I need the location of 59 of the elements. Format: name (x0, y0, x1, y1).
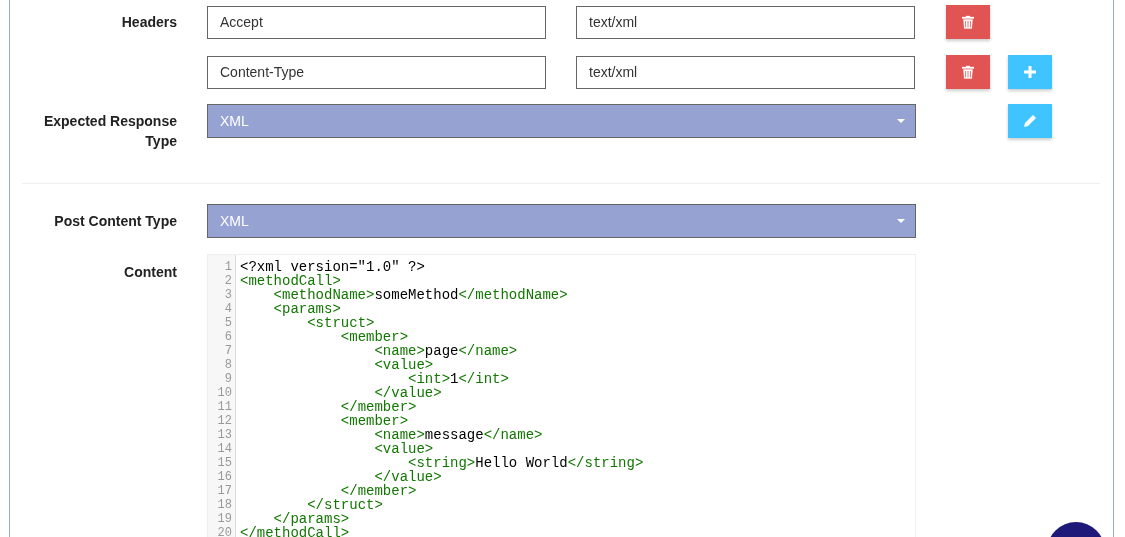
code-line: </methodCall> (240, 526, 351, 537)
code-line: <value> (373, 358, 434, 372)
line-number: 11 (217, 400, 232, 414)
line-number: 6 (224, 330, 232, 344)
code-line: <struct> (307, 316, 375, 330)
code-line: <member> (339, 414, 410, 428)
code-line: </member> (339, 400, 418, 414)
code-line: </value> (374, 470, 442, 484)
code-editor[interactable] (207, 254, 916, 537)
line-number: 18 (217, 498, 232, 512)
line-number: 9 (224, 372, 232, 386)
code-line: <string>Hello World</string> (408, 456, 644, 470)
code-line: </member> (340, 484, 418, 498)
edit-button[interactable] (1008, 104, 1052, 138)
caret-icon (897, 119, 905, 123)
delete-button[interactable] (946, 5, 990, 39)
line-number: 3 (224, 288, 232, 302)
line-number: 12 (217, 414, 232, 428)
trash-icon (962, 65, 974, 79)
code-line: <methodCall> (240, 274, 341, 288)
line-number: 7 (224, 344, 232, 358)
field-label: Post Content Type (54, 211, 177, 231)
code-line: <params> (272, 302, 342, 316)
code-line: <?xml version="1.0" ?> (240, 260, 426, 274)
line-number: 2 (224, 274, 232, 288)
delete-button[interactable] (946, 55, 990, 89)
text-field[interactable]: Accept (207, 5, 546, 39)
text-field[interactable]: text/xml (576, 55, 915, 89)
plus-icon (1024, 66, 1036, 78)
pencil-icon (1023, 114, 1037, 128)
caret-icon (897, 219, 905, 223)
line-number: 14 (217, 442, 232, 456)
text-field[interactable]: Content-Type (207, 55, 546, 89)
line-number: 19 (217, 512, 232, 526)
line-number: 16 (217, 470, 232, 484)
line-number: 17 (217, 484, 232, 498)
code-line: <name>page</name> (373, 344, 519, 358)
field-label: Content (124, 263, 177, 282)
line-number: 5 (224, 316, 232, 330)
code-line: <name>message</name> (373, 428, 544, 442)
line-number: 20 (217, 526, 232, 537)
trash-icon (962, 15, 974, 29)
field-label: Headers (121, 13, 177, 32)
code-line: <value> (373, 442, 434, 456)
add-button[interactable] (1008, 55, 1052, 89)
line-number: 15 (217, 456, 232, 470)
field-label: Expected Response Type (42, 112, 177, 151)
line-number: 4 (224, 302, 232, 316)
line-number: 13 (217, 428, 232, 442)
code-line: <methodName>someMethod</methodName> (272, 288, 569, 302)
code-line: </value> (374, 386, 443, 400)
code-line: </params> (273, 512, 351, 526)
code-line: </struct> (307, 498, 384, 512)
code-line: <int>1</int> (408, 372, 510, 386)
code-line: <member> (339, 330, 410, 344)
line-number: 10 (217, 386, 232, 400)
line-number: 8 (224, 358, 232, 372)
text-field[interactable]: text/xml (576, 5, 915, 39)
line-number: 1 (224, 260, 232, 274)
